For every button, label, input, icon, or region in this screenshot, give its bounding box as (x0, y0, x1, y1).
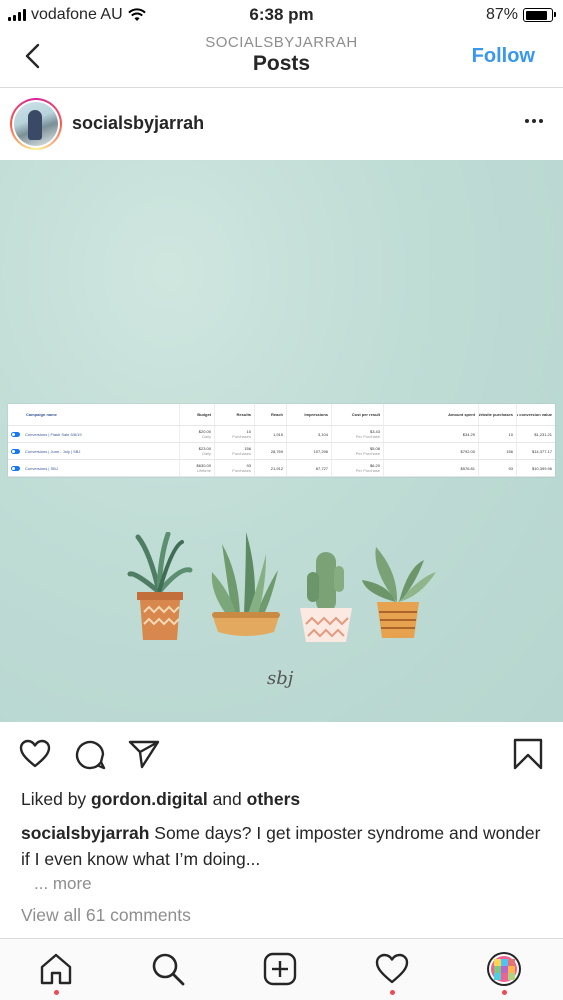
table-row: Conversions | SBJ $630.00 Lifetime 93 Purcha… (8, 460, 555, 477)
table-header-cell: Amount spent (384, 404, 479, 425)
campaign-name: Conversions | June - July | SBJ (25, 448, 81, 454)
web-purchases-value: 10 (479, 426, 517, 442)
more-options-icon[interactable] (525, 119, 543, 123)
web-purchases-value: 93 (479, 460, 517, 476)
budget-type: Daily (202, 434, 211, 439)
table-header-cell: Campaign name (26, 412, 57, 417)
activity-heart-icon (375, 953, 409, 984)
impressions-value: 3,104 (287, 426, 332, 442)
likes-and: and (207, 789, 247, 809)
web-purchases-value: 156 (479, 443, 517, 459)
avatar-photo (14, 102, 58, 146)
table-header-cell: Website purchases conversion value (517, 412, 552, 417)
post-header: socialsbyjarrah (0, 89, 563, 159)
like-heart-icon[interactable] (19, 738, 51, 770)
table-header-row: Campaign name Budget Results Reach Impre… (8, 404, 555, 426)
campaign-toggle-icon (11, 465, 20, 471)
plants-illustration (127, 532, 436, 642)
status-bar: vodafone AU 6:38 pm 87% (0, 0, 563, 30)
table-header-cell: Impressions (287, 404, 332, 425)
table-header-cell: Cost per result (332, 404, 384, 425)
table-header-cell: Budget (180, 404, 215, 425)
new-post-icon (263, 952, 297, 986)
spent-value: $576.81 (384, 460, 479, 476)
cost-type: Per Purchase (355, 434, 380, 439)
battery-group: 87% (485, 6, 556, 24)
table-body: Conversions | Flash Sale 5/6/19 $20.00 Dai… (8, 426, 555, 477)
table-header-cell: Website purchases (479, 404, 517, 425)
plant-pot-2-icon (211, 532, 280, 636)
share-paper-plane-icon[interactable] (128, 738, 160, 770)
home-tab[interactable] (38, 951, 74, 995)
post-caption: socialsbyjarrah Some days? I get imposte… (21, 820, 546, 872)
home-icon (40, 953, 72, 985)
plant-pot-1-icon (127, 532, 193, 640)
campaign-toggle-icon (11, 448, 20, 454)
conversion-value: $14,377.17 (531, 448, 552, 454)
battery-percent: 87% (485, 6, 518, 23)
impressions-value: 107,296 (287, 443, 332, 459)
activity-tab[interactable] (374, 951, 410, 995)
profile-tab[interactable] (486, 951, 522, 995)
plant-pot-3-icon (300, 552, 352, 642)
likes-prefix: Liked by (21, 789, 92, 809)
budget-type: Daily (202, 451, 211, 456)
avatar[interactable] (10, 98, 62, 150)
campaign-name: Conversions | Flash Sale 5/6/19 (25, 431, 82, 437)
view-comments-link[interactable]: View all 61 comments (21, 905, 191, 926)
search-icon (152, 953, 185, 986)
results-type: Purchases (232, 468, 251, 473)
caption-username[interactable]: socialsbyjarrah (21, 823, 149, 843)
spent-value: $792.00 (384, 443, 479, 459)
follow-button[interactable]: Follow (472, 45, 535, 68)
home-notification-dot (54, 990, 59, 995)
new-post-tab[interactable] (262, 951, 298, 987)
status-time: 6:38 pm (249, 5, 314, 24)
liked-by-others-link[interactable]: others (247, 789, 300, 809)
save-bookmark-icon[interactable] (512, 738, 544, 770)
spent-value: $34.29 (384, 426, 479, 442)
cost-type: Per Purchase (355, 451, 380, 456)
search-tab[interactable] (150, 951, 186, 987)
activity-notification-dot (390, 990, 395, 995)
results-type: Purchases (232, 451, 251, 456)
nav-header: SOCIALSBYJARRAH Posts Follow (0, 30, 563, 88)
cost-type: Per Purchase (355, 468, 380, 473)
budget-type: Lifetime (196, 468, 211, 473)
reach-value: 28,769 (255, 443, 287, 459)
table-header-cell: Results (215, 404, 255, 425)
conversion-value: $10,399.96 (531, 465, 552, 471)
profile-icon (487, 952, 521, 986)
campaign-name: Conversions | SBJ (25, 465, 58, 471)
impressions-value: 87,727 (287, 460, 332, 476)
table-row: Conversions | Flash Sale 5/6/19 $20.00 Dai… (8, 426, 555, 443)
table-header-cell: Reach (255, 404, 287, 425)
post-image[interactable]: Campaign name Budget Results Reach Impre… (0, 160, 563, 722)
battery-icon (523, 8, 556, 22)
reach-value: 1,915 (255, 426, 287, 442)
caption-more-link[interactable]: ... more (34, 874, 92, 894)
ads-results-table: Campaign name Budget Results Reach Impre… (8, 404, 555, 477)
liked-by-user-link[interactable]: gordon.digital (91, 789, 208, 809)
signature-text: sbj (267, 668, 294, 689)
profile-notification-dot (502, 990, 507, 995)
campaign-toggle-icon (11, 431, 20, 437)
reach-value: 21,912 (255, 460, 287, 476)
bottom-tab-bar (0, 938, 563, 1000)
results-type: Purchases (232, 434, 251, 439)
conversion-value: $1,231.21 (534, 431, 552, 437)
post-username[interactable]: socialsbyjarrah (72, 113, 204, 134)
likes-text: Liked by gordon.digital and others (21, 789, 300, 810)
post-actions (0, 722, 563, 784)
plant-pot-4-icon (362, 547, 436, 638)
comment-bubble-icon[interactable] (74, 738, 106, 770)
table-row: Conversions | June - July | SBJ $23.00 Dai… (8, 443, 555, 460)
